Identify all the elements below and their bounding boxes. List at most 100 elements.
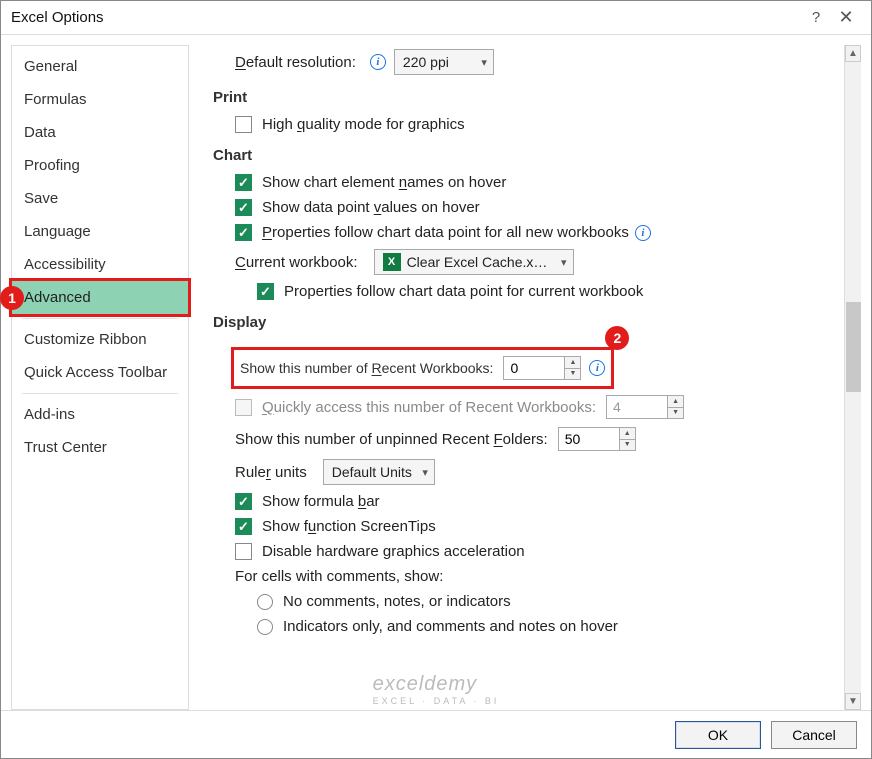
current-workbook-dropdown[interactable]: X Clear Excel Cache.x… — [374, 249, 574, 275]
checkbox-label: Show function ScreenTips — [262, 518, 436, 535]
quick-access-recent-row: Quickly access this number of Recent Wor… — [235, 395, 851, 419]
info-icon[interactable]: i — [589, 360, 605, 376]
sidebar-item-add-ins[interactable]: Add-ins — [12, 398, 188, 431]
sidebar-separator — [22, 393, 178, 394]
disable-hw-row[interactable]: Disable hardware graphics acceleration — [235, 543, 851, 560]
checkbox-checked-icon[interactable] — [235, 174, 252, 191]
checkbox-checked-icon[interactable] — [257, 283, 274, 300]
ruler-units-dropdown[interactable]: Default Units — [323, 459, 435, 485]
sidebar-item-general[interactable]: General — [12, 50, 188, 83]
sidebar-item-formulas[interactable]: Formulas — [12, 83, 188, 116]
sidebar-item-language[interactable]: Language — [12, 215, 188, 248]
recent-workbooks-spinner[interactable]: ▲▼ — [503, 356, 581, 380]
show-screentips-row[interactable]: Show function ScreenTips Show function S… — [235, 518, 851, 535]
dropdown-value: 220 ppi — [403, 54, 449, 70]
checkbox-label: Disable hardware graphics acceleration — [262, 543, 525, 560]
radio-label: Indicators only, and comments and notes … — [283, 618, 618, 635]
high-quality-label: High quality mode for graphics — [262, 116, 465, 133]
info-icon[interactable]: i — [635, 225, 651, 241]
help-icon[interactable]: ? — [801, 9, 831, 26]
sidebar-item-accessibility[interactable]: Accessibility — [12, 248, 188, 281]
checkbox-label: Quickly access this number of Recent Wor… — [262, 399, 596, 416]
comments-intro-row: For cells with comments, show: — [235, 568, 851, 585]
spin-up-icon[interactable]: ▲ — [620, 428, 635, 440]
spin-up-icon: ▲ — [668, 396, 683, 408]
current-workbook-label: Current workbook: — [235, 254, 358, 271]
scroll-up-icon[interactable]: ▲ — [845, 45, 861, 62]
sidebar-item-customize-ribbon[interactable]: Customize Ribbon — [12, 323, 188, 356]
close-icon[interactable]: ✕ — [831, 7, 861, 28]
titlebar: Excel Options ? ✕ — [1, 1, 871, 35]
sidebar-item-quick-access-toolbar[interactable]: Quick Access Toolbar — [12, 356, 188, 389]
comments-opt2-row[interactable]: Indicators only, and comments and notes … — [257, 618, 851, 635]
dropdown-value: Default Units — [332, 464, 412, 480]
checkbox-label: Show formula bar — [262, 493, 380, 510]
sidebar-item-save[interactable]: Save — [12, 182, 188, 215]
dropdown-value: Clear Excel Cache.x… — [407, 254, 548, 270]
comments-opt1-row[interactable]: No comments, notes, or indicators — [257, 593, 851, 610]
spin-up-icon[interactable]: ▲ — [565, 357, 580, 369]
scroll-down-icon[interactable]: ▼ — [845, 693, 861, 710]
radio-label: No comments, notes, or indicators — [283, 593, 511, 610]
radio-unchecked-icon[interactable] — [257, 619, 273, 635]
chart-properties-new-row[interactable]: Properties follow chart data point for a… — [235, 224, 851, 241]
section-display-title: Display — [213, 314, 851, 331]
default-resolution-label: DDefault resolution:efault resolution: — [235, 54, 356, 71]
recent-workbooks-highlight: Show this number of Recent Workbooks: Sh… — [231, 347, 614, 389]
quick-access-spinner: ▲▼ — [606, 395, 684, 419]
recent-folders-input[interactable] — [559, 428, 619, 450]
comments-intro-label: For cells with comments, show: — [235, 568, 443, 585]
checkbox-unchecked-icon[interactable] — [235, 116, 252, 133]
checkbox-checked-icon[interactable] — [235, 518, 252, 535]
spin-down-icon[interactable]: ▼ — [565, 369, 580, 380]
high-quality-row[interactable]: High quality mode for graphics High qual… — [235, 116, 851, 133]
sidebar-item-label: Advanced — [24, 289, 91, 306]
checkbox-label: Properties follow chart data point for c… — [284, 283, 643, 300]
sidebar-item-proofing[interactable]: Proofing — [12, 149, 188, 182]
checkbox-unchecked-icon[interactable] — [235, 543, 252, 560]
ruler-units-row: Ruler units Ruler units Default Units — [235, 459, 851, 485]
callout-badge-1: 1 — [0, 286, 24, 310]
default-resolution-dropdown[interactable]: 220 ppi — [394, 49, 494, 75]
info-icon[interactable]: i — [370, 54, 386, 70]
section-chart-title: Chart — [213, 147, 851, 164]
checkbox-checked-icon[interactable] — [235, 224, 252, 241]
recent-workbooks-input[interactable] — [504, 357, 564, 379]
sidebar: General Formulas Data Proofing Save Lang… — [11, 45, 189, 710]
spin-down-icon[interactable]: ▼ — [620, 440, 635, 451]
checkbox-checked-icon[interactable] — [235, 199, 252, 216]
checkbox-checked-icon[interactable] — [235, 493, 252, 510]
recent-folders-spinner[interactable]: ▲▼ — [558, 427, 636, 451]
chart-data-values-row[interactable]: Show data point values on hover Show dat… — [235, 199, 851, 216]
sidebar-item-data[interactable]: Data — [12, 116, 188, 149]
chart-element-names-row[interactable]: Show chart element names on hover Show c… — [235, 174, 851, 191]
default-resolution-row: DDefault resolution:efault resolution: i… — [235, 49, 851, 75]
ok-button[interactable]: OK — [675, 721, 761, 749]
chart-properties-current-row[interactable]: Properties follow chart data point for c… — [257, 283, 851, 300]
callout-badge-2: 2 — [605, 326, 629, 350]
radio-unchecked-icon[interactable] — [257, 594, 273, 610]
cancel-button[interactable]: Cancel — [771, 721, 857, 749]
checkbox-label: Show chart element names on hover — [262, 174, 506, 191]
show-formula-bar-row[interactable]: Show formula bar Show formula bar — [235, 493, 851, 510]
checkbox-label: Show data point values on hover — [262, 199, 480, 216]
vertical-scrollbar[interactable]: ▲ ▼ — [844, 45, 861, 710]
checkbox-label: Properties follow chart data point for a… — [262, 224, 629, 241]
spin-down-icon: ▼ — [668, 408, 683, 419]
ruler-units-label: Ruler units — [235, 464, 307, 481]
sidebar-item-advanced[interactable]: Advanced 1 — [9, 278, 191, 317]
main-panel: DDefault resolution:efault resolution: i… — [189, 45, 861, 710]
recent-workbooks-label: Show this number of Recent Workbooks: — [240, 360, 493, 376]
quick-access-input — [607, 396, 667, 418]
scroll-thumb[interactable] — [846, 302, 861, 392]
recent-folders-row: Show this number of unpinned Recent Fold… — [235, 427, 851, 451]
recent-folders-label: Show this number of unpinned Recent Fold… — [235, 431, 548, 448]
sidebar-separator — [22, 318, 178, 319]
checkbox-disabled-icon — [235, 399, 252, 416]
excel-file-icon: X — [383, 253, 401, 271]
sidebar-item-trust-center[interactable]: Trust Center — [12, 431, 188, 464]
dialog-footer: OK Cancel — [1, 710, 871, 758]
section-print-title: Print — [213, 89, 851, 106]
window-title: Excel Options — [11, 9, 104, 26]
current-workbook-row: Current workbook: Current workbook: X Cl… — [235, 249, 851, 275]
